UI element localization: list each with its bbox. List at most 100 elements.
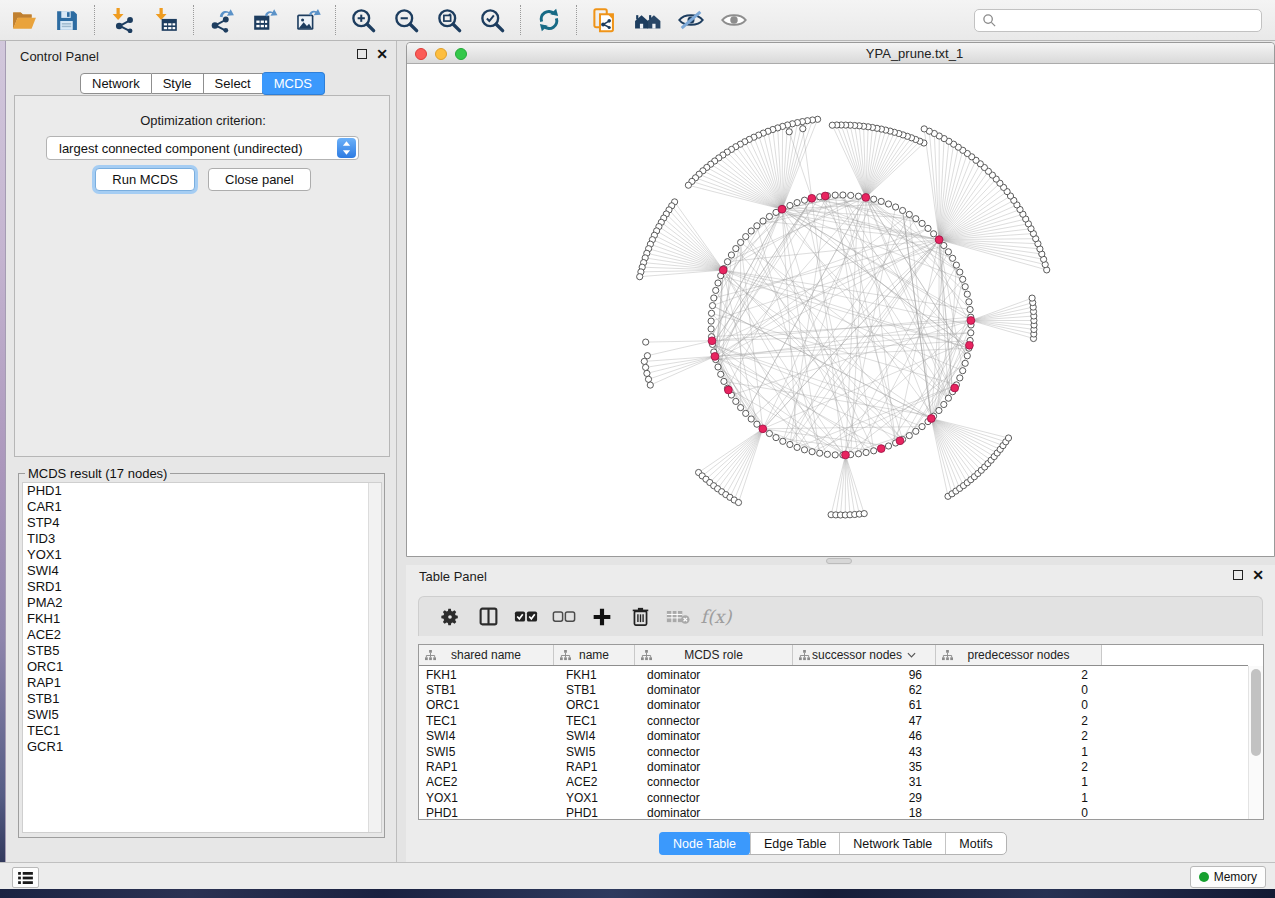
column-header-MCDS-role[interactable]: MCDS role [635,645,793,665]
graph-dominator-node[interactable] [927,415,935,423]
table-row[interactable]: STB1STB1dominator620 [419,682,1247,697]
graph-node[interactable] [957,269,963,275]
graph-node[interactable] [644,370,650,376]
export-table-button[interactable] [243,3,286,37]
horizontal-splitter[interactable] [406,557,1275,565]
graph-node[interactable] [801,197,807,203]
mcds-result-item[interactable]: ACE2 [23,627,381,643]
graph-dominator-node[interactable] [708,337,716,345]
graph-node[interactable] [863,449,869,455]
column-header-shared-name[interactable]: shared name [419,645,554,665]
status-menu-button[interactable] [12,867,39,888]
graph-node[interactable] [715,364,721,370]
graph-node[interactable] [966,299,972,305]
tab-network-table[interactable]: Network Table [839,833,945,854]
zoom-out-button[interactable] [385,3,428,37]
column-header-predecessor-nodes[interactable]: predecessor nodes [936,645,1102,665]
graph-node[interactable] [817,450,823,456]
graph-node[interactable] [925,225,931,231]
table-row[interactable]: ORC1ORC1dominator610 [419,698,1247,713]
table-row[interactable]: SWI4SWI4dominator462 [419,729,1247,744]
share-document-button[interactable] [583,3,626,37]
graph-node[interactable] [960,368,966,374]
graph-node[interactable] [645,376,651,382]
graph-node[interactable] [787,202,793,208]
close-panel-button[interactable]: Close panel [208,168,311,191]
mcds-result-item[interactable]: RAP1 [23,675,381,691]
graph-node[interactable] [824,451,830,457]
mcds-result-item[interactable]: PHD1 [23,483,381,499]
graph-node[interactable] [724,259,730,265]
mcds-result-item[interactable]: STB1 [23,691,381,707]
graph-node[interactable] [800,126,806,132]
table-row[interactable]: PHD1PHD1dominator180 [419,806,1247,821]
close-panel-icon[interactable]: ✕ [376,49,388,59]
graph-node[interactable] [913,216,919,222]
criterion-dropdown[interactable]: largest connected component (undirected) [46,136,359,160]
graph-node[interactable] [962,284,968,290]
export-image-button[interactable] [286,3,329,37]
window-zoom-icon[interactable] [455,48,467,60]
graph-node[interactable] [931,231,937,237]
graph-node[interactable] [832,192,838,198]
graph-node[interactable] [711,295,717,301]
graph-node[interactable] [953,262,959,268]
hide-graphics-details-button[interactable] [669,3,712,37]
graph-node[interactable] [957,375,963,381]
graph-node[interactable] [1005,435,1011,441]
graph-node[interactable] [840,192,846,198]
graph-node[interactable] [967,306,973,312]
run-mcds-button[interactable]: Run MCDS [95,168,195,191]
column-header-successor-nodes[interactable]: successor nodes [793,645,936,665]
graph-dominator-node[interactable] [877,445,885,453]
splitter-grip[interactable] [826,558,852,564]
save-session-button[interactable] [45,3,88,37]
graph-node[interactable] [637,274,643,280]
search-input[interactable] [974,9,1262,32]
graph-node[interactable] [708,318,714,324]
graph-node[interactable] [936,407,942,413]
graph-node[interactable] [748,228,754,234]
mcds-result-item[interactable]: YOX1 [23,547,381,563]
graph-node[interactable] [748,416,754,422]
mcds-result-item[interactable]: ORC1 [23,659,381,675]
network-graph[interactable] [407,64,1274,556]
select-all-button[interactable] [507,602,545,632]
graph-node[interactable] [708,310,714,316]
graph-node[interactable] [743,234,749,240]
table-settings-button[interactable] [431,602,469,632]
graph-node[interactable] [733,246,739,252]
function-builder-button[interactable]: f(x) [697,602,735,632]
graph-node[interactable] [964,291,970,297]
graph-node[interactable] [809,449,815,455]
window-close-icon[interactable] [415,48,427,60]
zoom-fit-button[interactable] [428,3,471,37]
table-scrollbar[interactable] [1248,666,1263,819]
tab-mcds[interactable]: MCDS [262,72,325,95]
tab-select[interactable]: Select [204,73,263,94]
graph-node[interactable] [906,433,912,439]
scrollbar-thumb[interactable] [1251,669,1261,756]
memory-button[interactable]: Memory [1190,866,1266,888]
open-session-button[interactable] [2,3,45,37]
graph-dominator-node[interactable] [821,192,829,200]
refresh-button[interactable] [527,3,570,37]
delete-table-button[interactable] [659,602,697,632]
show-columns-button[interactable] [469,602,507,632]
graph-node[interactable] [685,182,691,188]
graph-node[interactable] [878,198,884,204]
table-row[interactable]: RAP1RAP1dominator352 [419,759,1247,774]
graph-dominator-node[interactable] [935,236,943,244]
graph-node[interactable] [735,499,741,505]
graph-node[interactable] [945,249,951,255]
graph-node[interactable] [941,242,947,248]
graph-dominator-node[interactable] [967,317,975,325]
graph-node[interactable] [738,239,744,245]
graph-node[interactable] [921,126,927,132]
graph-dominator-node[interactable] [862,194,870,202]
graph-node[interactable] [766,213,772,219]
graph-node[interactable] [738,405,744,411]
float-panel-icon[interactable] [1233,570,1243,580]
mcds-result-item[interactable]: SRD1 [23,579,381,595]
graph-node[interactable] [829,122,835,128]
